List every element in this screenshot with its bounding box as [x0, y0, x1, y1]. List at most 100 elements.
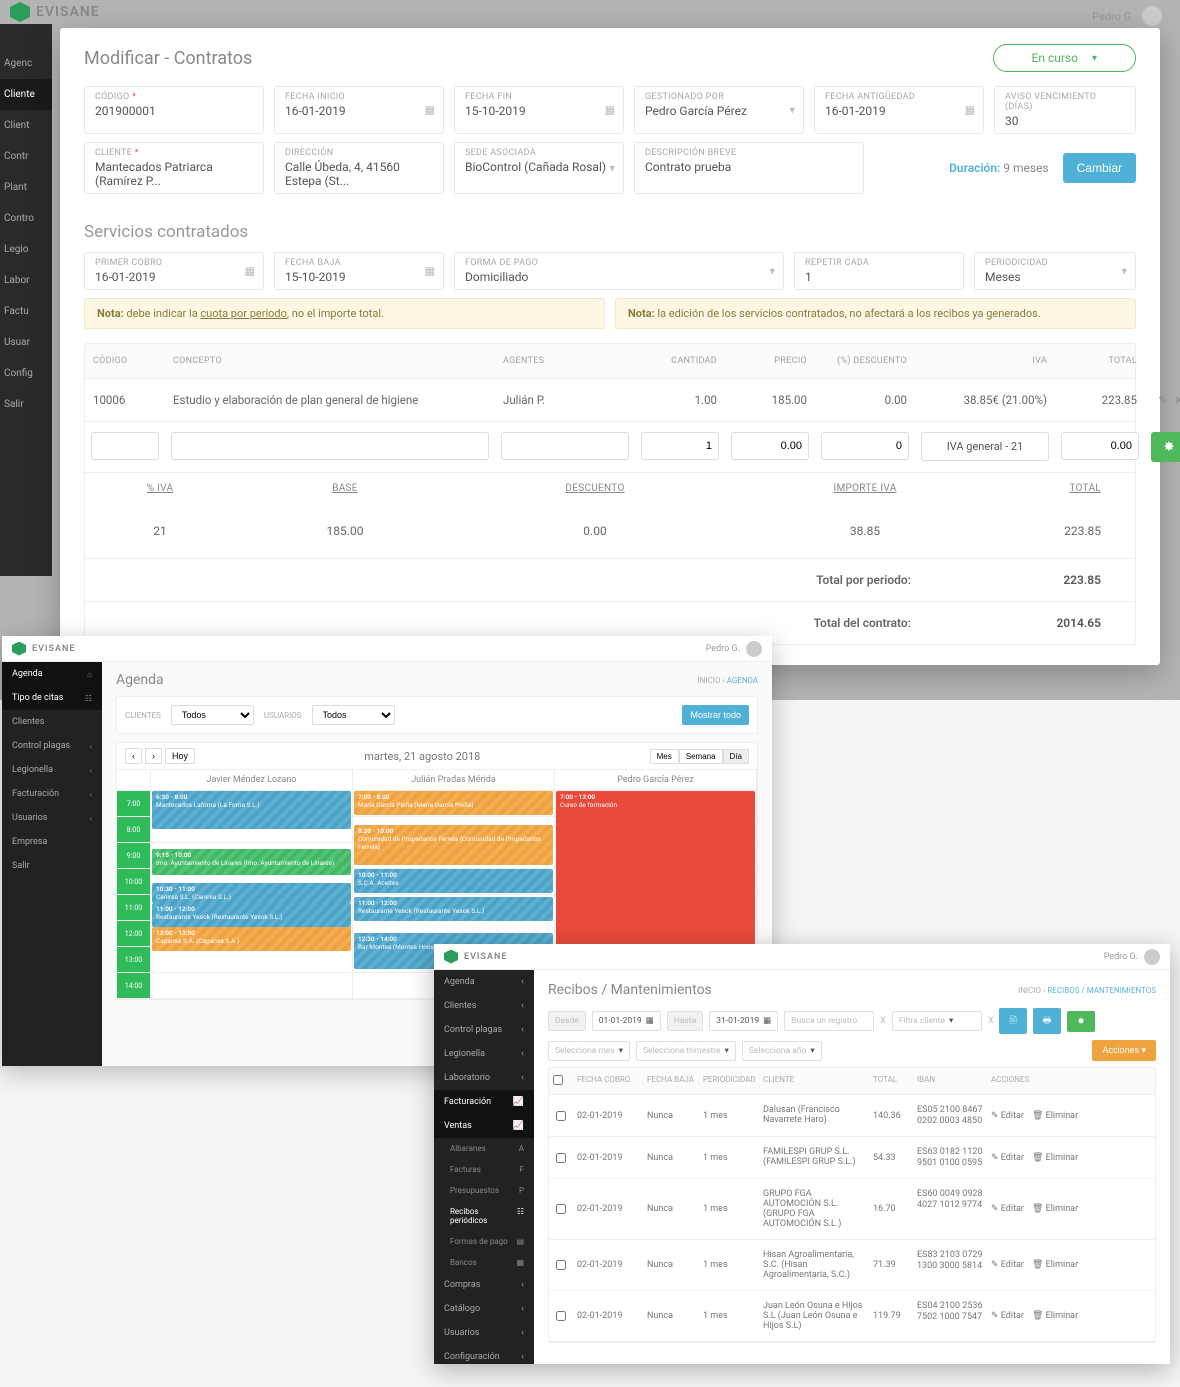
row-checkbox[interactable] — [556, 1311, 566, 1321]
row-checkbox[interactable] — [556, 1153, 566, 1163]
field-repetir[interactable]: REPETIR CADA 1 — [794, 252, 964, 290]
edit-icon[interactable]: ✎ — [1158, 393, 1168, 407]
filter-usuarios[interactable]: Todos — [312, 705, 395, 725]
edit-link[interactable]: ✎ Editar — [991, 1311, 1024, 1321]
field-forma-pago[interactable]: FORMA DE PAGO Domiciliado ▾ — [454, 252, 784, 290]
field-fecha-inicio[interactable]: FECHA INICIO 16-01-2019 ▦ — [274, 86, 444, 134]
field-direccion[interactable]: DIRECCIÓN Calle Úbeda, 4, 41560 Estepa (… — [274, 142, 444, 194]
sidebar-item[interactable]: Compras‹ — [434, 1273, 534, 1297]
search-input[interactable]: Busca un registro — [784, 1011, 874, 1031]
view-semana[interactable]: Semana — [679, 749, 723, 764]
sidebar-sub-item[interactable]: Formas de pago▤ — [434, 1231, 534, 1252]
edit-link[interactable]: ✎ Editar — [991, 1111, 1024, 1121]
calendar-event[interactable]: 11:00 - 12:00Restaurante Yesok (Restaura… — [354, 897, 553, 921]
sidebar-item[interactable]: Clientes‹ — [434, 994, 534, 1018]
export-button[interactable]: 🗎 — [999, 1008, 1026, 1034]
sidebar-item[interactable]: Configuración‹ — [434, 1345, 534, 1364]
select-iva[interactable]: IVA general - 21 — [921, 432, 1049, 461]
sidebar-item[interactable]: Agenda⌂ — [2, 662, 102, 686]
input-total[interactable] — [1061, 432, 1139, 460]
row-checkbox[interactable] — [556, 1204, 566, 1214]
delete-link[interactable]: 🗑 Eliminar — [1032, 1153, 1078, 1163]
row-checkbox[interactable] — [556, 1260, 566, 1270]
cambiar-button[interactable]: Cambiar — [1063, 153, 1136, 183]
view-mes[interactable]: Mes — [650, 749, 679, 764]
field-descripcion[interactable]: DESCRIPCIÓN BREVE Contrato prueba — [634, 142, 864, 194]
select-mes[interactable]: Selecciona mes ▾ — [548, 1041, 630, 1061]
select-all-checkbox[interactable] — [553, 1075, 563, 1085]
clear-search[interactable]: X — [880, 1016, 886, 1026]
sidebar-sub-item[interactable]: Bancos▦ — [434, 1252, 534, 1273]
col-header[interactable]: FECHA COBRO — [573, 1068, 643, 1094]
sidebar-item[interactable]: Agenc — [0, 48, 52, 79]
sidebar-item[interactable]: Facturación📈 — [434, 1090, 534, 1114]
col-header[interactable]: FECHA BAJA — [643, 1068, 699, 1094]
field-fecha-fin[interactable]: FECHA FIN 15-10-2019 ▦ — [454, 86, 624, 134]
sidebar-item[interactable]: Facturación‹ — [2, 782, 102, 806]
calendar-event[interactable]: 7:00 - 13:00Curso de formación — [556, 791, 755, 947]
col-header[interactable]: TOTAL — [869, 1068, 913, 1094]
select-ano[interactable]: Selecciona año ▾ — [742, 1041, 822, 1061]
sidebar-item[interactable]: Control plagas‹ — [434, 1018, 534, 1042]
sidebar-item[interactable]: Plant — [0, 172, 52, 203]
calendar-event[interactable]: 6:30 - 8:00Mantecados Laforna (La Forna … — [152, 791, 351, 829]
view-dia[interactable]: Día — [723, 749, 749, 764]
add-button[interactable]: ✸ — [1151, 432, 1180, 462]
sidebar-sub-item[interactable]: AlbaranesA — [434, 1138, 534, 1159]
status-dropdown[interactable]: En curso ▾ — [993, 44, 1136, 72]
sidebar-item[interactable]: Factu — [0, 296, 52, 327]
sidebar-item[interactable]: Legio — [0, 234, 52, 265]
clear-cliente[interactable]: X — [988, 1016, 994, 1026]
select-trimestre[interactable]: Selecciona trimestre ▾ — [636, 1041, 736, 1061]
sidebar-item[interactable]: Usuar — [0, 327, 52, 358]
cal-prev-button[interactable]: ‹ — [125, 748, 142, 764]
calendar-event[interactable]: 10:30 - 11:00Canirsa S.L. (Canirsa S.L.) — [152, 883, 351, 903]
field-sede[interactable]: SEDE ASOCIADA BioControl (Cañada Rosal) … — [454, 142, 624, 194]
field-periodicidad[interactable]: PERIODICIDAD Meses ▾ — [974, 252, 1136, 290]
filter-hasta[interactable]: 31-01-2019 ▦ — [709, 1011, 778, 1031]
field-codigo[interactable]: CÓDIGO * 201900001 — [84, 86, 264, 134]
sidebar-sub-item[interactable]: FacturasF — [434, 1159, 534, 1180]
calendar-event[interactable]: 12:00 - 13:00Capansa S.A. (Capansa S.A.) — [152, 927, 351, 951]
sidebar-item[interactable]: Legionella‹ — [2, 758, 102, 782]
calendar-event[interactable]: 10:00 - 11:00S.C.A. Aceites — [354, 869, 553, 893]
mostrar-todo-button[interactable]: Mostrar todo — [682, 705, 749, 725]
calendar-event[interactable]: 9:15 - 10:00Imo. Ayuntamiento de Linares… — [152, 849, 351, 875]
sidebar-item[interactable]: Salir — [0, 389, 52, 420]
sidebar-item[interactable]: Client — [0, 110, 52, 141]
calendar-event[interactable]: 7:00 - 8:00María García Pieña (María Gar… — [354, 791, 553, 815]
sidebar-item[interactable]: Agenda‹ — [434, 970, 534, 994]
delete-link[interactable]: 🗑 Eliminar — [1032, 1260, 1078, 1270]
sidebar-item[interactable]: Contr — [0, 141, 52, 172]
field-cliente[interactable]: CLIENTE * Mantecados Patriarca (Ramírez … — [84, 142, 264, 194]
filter-desde[interactable]: 01-01-2019 ▦ — [592, 1011, 661, 1031]
edit-link[interactable]: ✎ Editar — [991, 1260, 1024, 1270]
cal-next-button[interactable]: › — [145, 748, 162, 764]
sidebar-sub-item[interactable]: Recibos periódicos☷ — [434, 1201, 534, 1231]
sidebar-item[interactable]: Empresa — [2, 830, 102, 854]
input-concepto[interactable] — [171, 432, 489, 460]
field-fecha-baja[interactable]: FECHA BAJA 15-10-2019 ▦ — [274, 252, 444, 290]
filter-clientes[interactable]: Todos — [171, 705, 254, 725]
row-checkbox[interactable] — [556, 1111, 566, 1121]
calendar-event[interactable]: 8:30 - 10:00Comunidad de Propietarios Fe… — [354, 825, 553, 865]
sidebar-item[interactable]: Usuarios‹ — [434, 1321, 534, 1345]
sidebar-item[interactable]: Usuarios‹ — [2, 806, 102, 830]
input-codigo[interactable] — [91, 432, 159, 460]
sidebar-item[interactable]: Catálogo‹ — [434, 1297, 534, 1321]
delete-link[interactable]: 🗑 Eliminar — [1032, 1111, 1078, 1121]
delete-icon[interactable]: ✕ — [1174, 393, 1180, 407]
filter-cliente[interactable]: Filtra cliente ▾ — [892, 1011, 982, 1031]
sidebar-item[interactable]: Ventas📈 — [434, 1114, 534, 1138]
edit-link[interactable]: ✎ Editar — [991, 1153, 1024, 1163]
input-cantidad[interactable] — [641, 432, 719, 460]
sidebar-item[interactable]: Laboratorio‹ — [434, 1066, 534, 1090]
field-aviso-vencimiento[interactable]: AVISO VENCIMIENTO (DÍAS) 30 — [994, 86, 1136, 134]
sidebar-item[interactable]: Tipo de citas☷ — [2, 686, 102, 710]
sidebar-item[interactable]: Config — [0, 358, 52, 389]
sidebar-item[interactable]: Control plagas‹ — [2, 734, 102, 758]
input-agentes[interactable] — [501, 432, 629, 460]
input-precio[interactable] — [731, 432, 809, 460]
sidebar-sub-item[interactable]: PresupuestosP — [434, 1180, 534, 1201]
cal-today-button[interactable]: Hoy — [165, 748, 195, 764]
